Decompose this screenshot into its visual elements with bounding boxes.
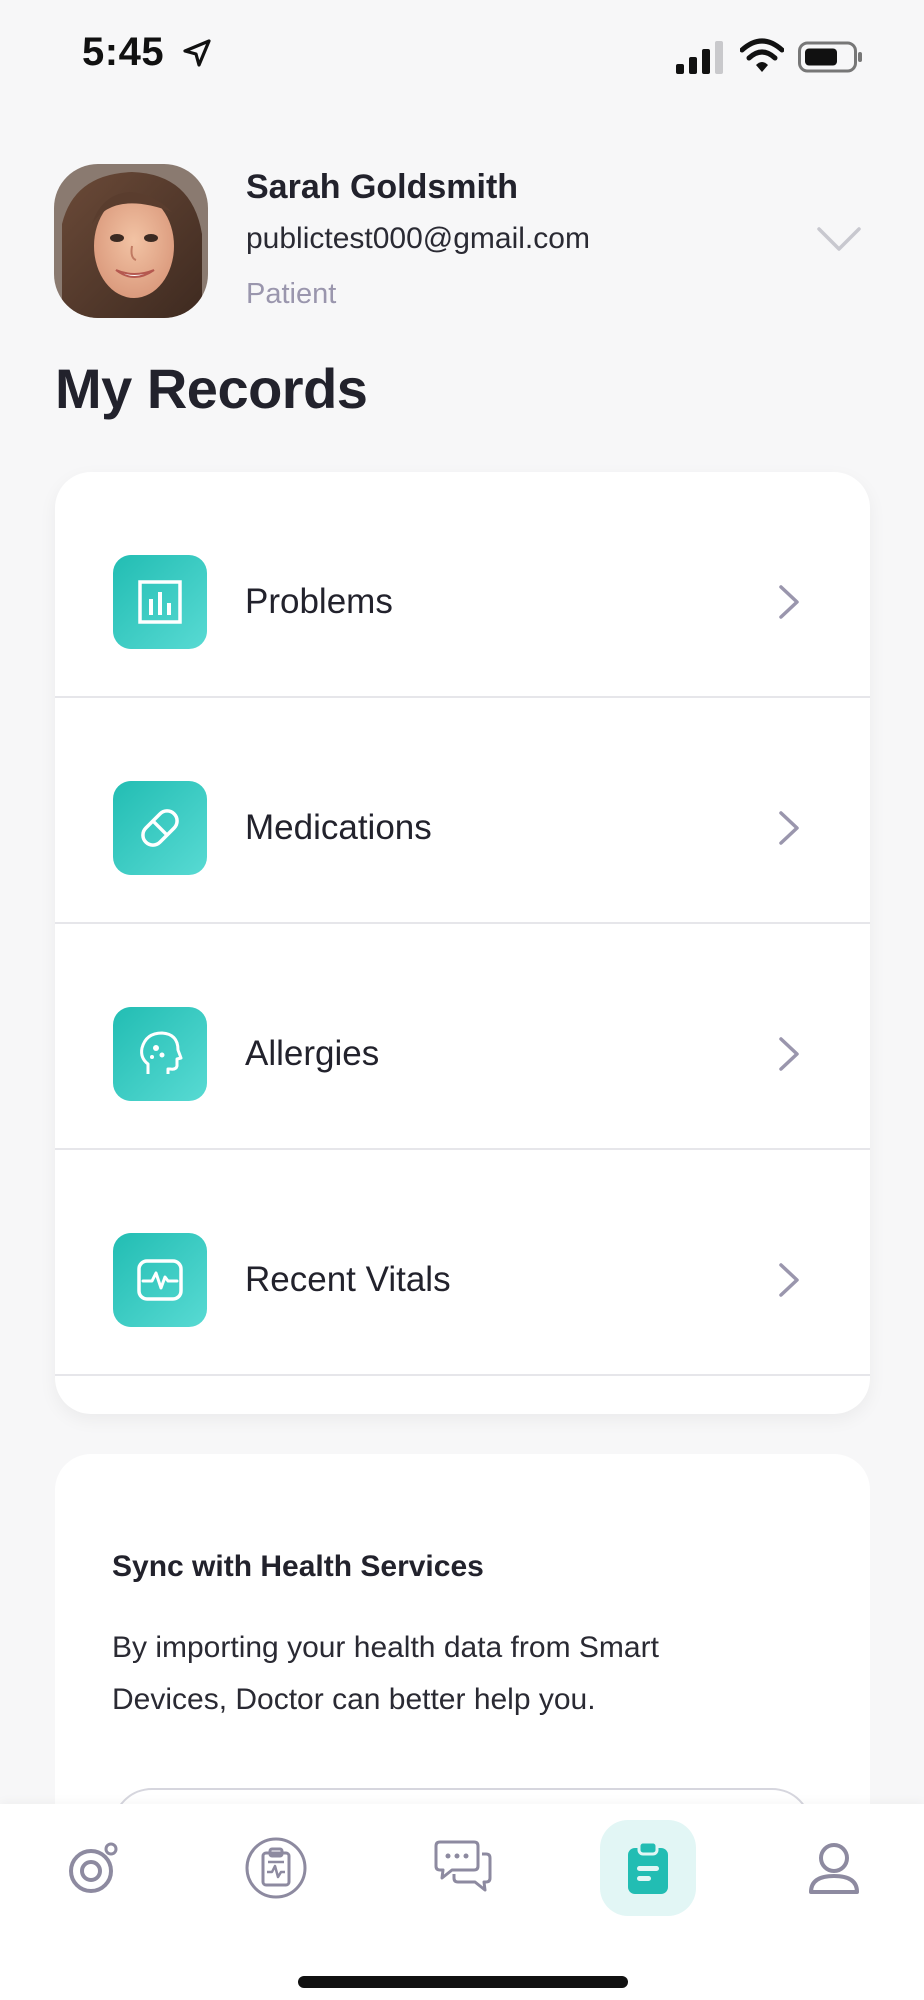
record-label: Problems: [245, 582, 393, 621]
sync-card: Sync with Health Services By importing y…: [55, 1454, 870, 1898]
location-arrow-icon: [183, 39, 211, 67]
sync-title: Sync with Health Services: [112, 1550, 484, 1583]
chevron-down-icon[interactable]: [816, 224, 862, 254]
bar-chart-icon: [113, 555, 207, 649]
target-icon: [69, 1842, 118, 1893]
tab-bar: [0, 1804, 924, 2000]
head-profile-icon: [113, 1007, 207, 1101]
tab-messages[interactable]: [414, 1820, 510, 1916]
chevron-right-icon: [779, 1037, 799, 1071]
tab-records[interactable]: [600, 1820, 696, 1916]
records-list: Problems Medications Allergies Recent Vi…: [55, 472, 870, 1414]
pill-icon: [113, 781, 207, 875]
profile-email: publictest000@gmail.com: [246, 222, 590, 255]
record-row-recent-vitals[interactable]: Recent Vitals: [55, 1150, 870, 1376]
profile-role: Patient: [246, 278, 337, 310]
chevron-right-icon: [779, 1263, 799, 1297]
chevron-right-icon: [779, 585, 799, 619]
tab-profile[interactable]: [786, 1820, 882, 1916]
page-title: My Records: [55, 357, 368, 420]
profile-name: Sarah Goldsmith: [246, 168, 519, 206]
tab-appointments[interactable]: [228, 1820, 324, 1916]
avatar: [54, 164, 208, 318]
status-time: 5:45: [82, 30, 165, 74]
tab-home[interactable]: [46, 1820, 142, 1916]
record-row-problems[interactable]: Problems: [55, 472, 870, 698]
person-icon: [809, 1843, 859, 1894]
wifi-icon: [740, 38, 784, 72]
chat-bubbles-icon: [434, 1840, 492, 1892]
record-row-allergies[interactable]: Allergies: [55, 924, 870, 1150]
clipboard-icon: [628, 1840, 668, 1894]
clipboard-ecg-icon: [245, 1837, 307, 1899]
record-label: Recent Vitals: [245, 1260, 451, 1299]
profile-header: Sarah Goldsmith publictest000@gmail.com …: [54, 164, 874, 320]
record-row-medications[interactable]: Medications: [55, 698, 870, 924]
cellular-signal-icon: [676, 41, 723, 74]
sync-description: By importing your health data from Smart…: [112, 1631, 659, 1716]
record-label: Medications: [245, 808, 432, 847]
heartbeat-monitor-icon: [113, 1233, 207, 1327]
battery-icon: [798, 41, 862, 73]
chevron-right-icon: [779, 811, 799, 845]
status-bar: 5:45: [0, 0, 924, 110]
home-indicator: [298, 1976, 628, 1988]
record-label: Allergies: [245, 1034, 380, 1073]
